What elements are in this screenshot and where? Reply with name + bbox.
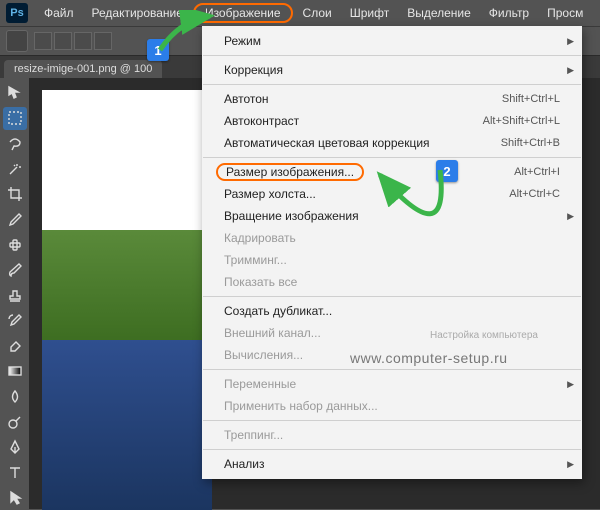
watermark: www.computer-setup.ru — [350, 350, 508, 366]
menu-variables: Переменные▶ — [202, 373, 582, 395]
shortcut-label: Alt+Shift+Ctrl+L — [483, 115, 560, 127]
submenu-arrow-icon: ▶ — [567, 65, 574, 76]
shortcut-label: Shift+Ctrl+L — [502, 93, 560, 105]
menu-apply-dataset: Применить набор данных... — [202, 395, 582, 417]
callout-step-1: 1 — [147, 39, 169, 61]
submenu-arrow-icon: ▶ — [567, 211, 574, 222]
canvas-river — [42, 340, 212, 510]
lasso-tool-icon[interactable] — [3, 133, 27, 155]
menu-separator — [203, 420, 581, 421]
dodge-tool-icon[interactable] — [3, 411, 27, 433]
marquee-new-icon[interactable] — [34, 32, 52, 50]
menu-image-size[interactable]: Размер изображения...Alt+Ctrl+I — [202, 161, 582, 183]
menu-adjustments[interactable]: Коррекция▶ — [202, 59, 582, 81]
watermark-secondary: Настройка компьютера — [430, 330, 538, 341]
eraser-tool-icon[interactable] — [3, 335, 27, 357]
marquee-mode-group — [34, 32, 112, 50]
menu-reveal-all: Показать все — [202, 271, 582, 293]
document-canvas[interactable] — [42, 90, 212, 510]
menu-canvas-size[interactable]: Размер холста...Alt+Ctrl+C — [202, 183, 582, 205]
menubar: Ps Файл Редактирование Изображение Слои … — [0, 0, 600, 26]
menu-edit[interactable]: Редактирование — [84, 3, 191, 23]
tool-preset-chip[interactable] — [6, 30, 28, 52]
submenu-arrow-icon: ▶ — [567, 36, 574, 47]
callout-step-2: 2 — [436, 160, 458, 182]
text-tool-icon[interactable] — [3, 461, 27, 483]
tool-strip — [0, 78, 30, 509]
menu-trim: Тримминг... — [202, 249, 582, 271]
move-tool-icon[interactable] — [3, 82, 27, 104]
app-logo: Ps — [6, 3, 28, 23]
shortcut-label: Shift+Ctrl+B — [501, 137, 560, 149]
menu-layer[interactable]: Слои — [295, 3, 340, 23]
menu-separator — [203, 84, 581, 85]
menu-mode[interactable]: Режим▶ — [202, 30, 582, 52]
menu-type[interactable]: Шрифт — [342, 3, 397, 23]
shortcut-label: Alt+Ctrl+C — [509, 188, 560, 200]
document-tab[interactable]: resize-imige-001.png @ 100 — [4, 60, 162, 78]
gradient-tool-icon[interactable] — [3, 360, 27, 382]
menu-duplicate[interactable]: Создать дубликат... — [202, 300, 582, 322]
pen-tool-icon[interactable] — [3, 436, 27, 458]
marquee-sub-icon[interactable] — [74, 32, 92, 50]
menu-select[interactable]: Выделение — [399, 3, 479, 23]
menu-separator — [203, 369, 581, 370]
canvas-grass — [42, 230, 212, 350]
menu-separator — [203, 55, 581, 56]
menu-autocolor[interactable]: Автоматическая цветовая коррекцияShift+C… — [202, 132, 582, 154]
submenu-arrow-icon: ▶ — [567, 379, 574, 390]
submenu-arrow-icon: ▶ — [567, 459, 574, 470]
heal-tool-icon[interactable] — [3, 234, 27, 256]
menu-crop: Кадрировать — [202, 227, 582, 249]
menu-separator — [203, 157, 581, 158]
menu-separator — [203, 449, 581, 450]
marquee-intersect-icon[interactable] — [94, 32, 112, 50]
crop-tool-icon[interactable] — [3, 183, 27, 205]
marquee-add-icon[interactable] — [54, 32, 72, 50]
blur-tool-icon[interactable] — [3, 386, 27, 408]
stamp-tool-icon[interactable] — [3, 284, 27, 306]
history-brush-tool-icon[interactable] — [3, 310, 27, 332]
brush-tool-icon[interactable] — [3, 259, 27, 281]
menu-file[interactable]: Файл — [36, 3, 82, 23]
wand-tool-icon[interactable] — [3, 158, 27, 180]
menu-autotone[interactable]: АвтотонShift+Ctrl+L — [202, 88, 582, 110]
menu-image[interactable]: Изображение — [193, 3, 293, 23]
shortcut-label: Alt+Ctrl+I — [514, 166, 560, 178]
menu-image-rotation[interactable]: Вращение изображения▶ — [202, 205, 582, 227]
menu-trap: Треппинг... — [202, 424, 582, 446]
marquee-tool-icon[interactable] — [3, 107, 27, 129]
menu-separator — [203, 296, 581, 297]
menu-analysis[interactable]: Анализ▶ — [202, 453, 582, 475]
image-menu-dropdown: Режим▶ Коррекция▶ АвтотонShift+Ctrl+L Ав… — [202, 26, 582, 479]
menu-view[interactable]: Просм — [539, 3, 591, 23]
path-select-tool-icon[interactable] — [3, 487, 27, 509]
menu-autocontrast[interactable]: АвтоконтрастAlt+Shift+Ctrl+L — [202, 110, 582, 132]
eyedropper-tool-icon[interactable] — [3, 208, 27, 230]
menu-filter[interactable]: Фильтр — [481, 3, 537, 23]
